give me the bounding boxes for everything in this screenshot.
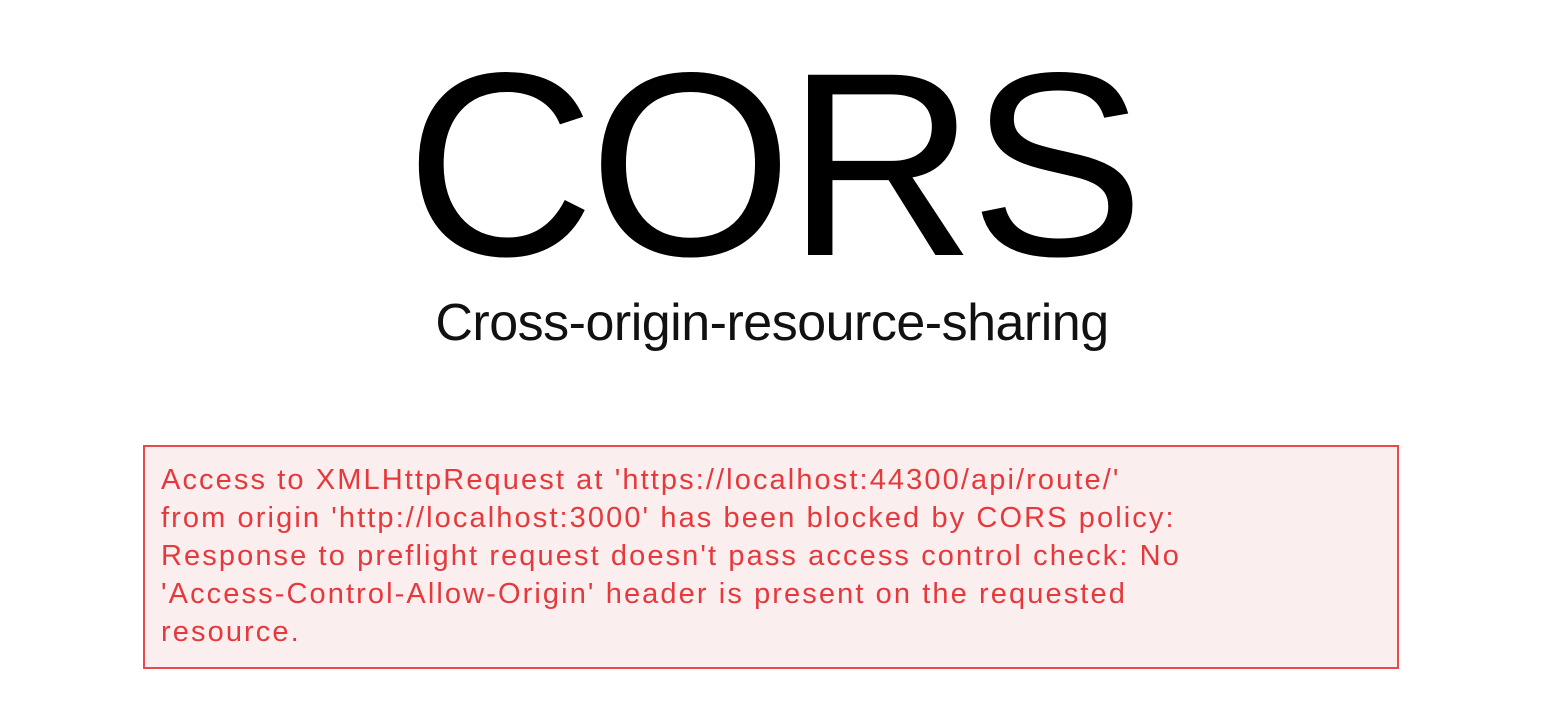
page-title: CORS bbox=[405, 18, 1145, 311]
cors-error-message: Access to XMLHttpRequest at 'https://loc… bbox=[143, 445, 1399, 669]
error-line: resource. bbox=[161, 616, 301, 648]
error-line: from origin 'http://localhost:3000' has … bbox=[161, 502, 1176, 534]
error-line: Access to XMLHttpRequest at 'https://loc… bbox=[161, 464, 1121, 496]
error-line: Response to preflight request doesn't pa… bbox=[161, 540, 1181, 572]
error-line: 'Access-Control-Allow-Origin' header is … bbox=[161, 578, 1127, 610]
page-subtitle: Cross-origin-resource-sharing bbox=[435, 294, 1109, 352]
